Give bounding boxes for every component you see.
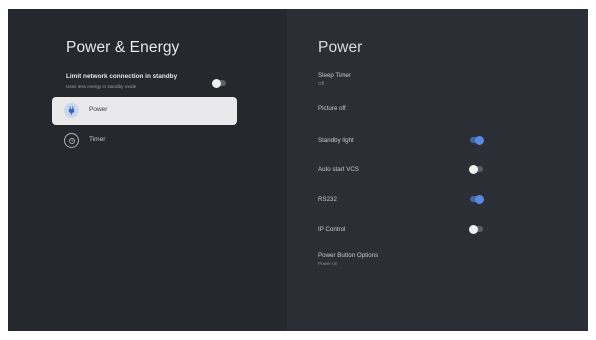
setting-rs232[interactable]: RS232 [318, 194, 573, 212]
setting-auto-start-vcs[interactable]: Auto start VCS [318, 164, 573, 182]
toggle-knob [212, 78, 221, 88]
nav-item-label: Timer [89, 136, 106, 143]
setting-value: Power on [318, 261, 338, 266]
tv-settings-screen: Power & Energy Limit network connection … [8, 9, 588, 331]
setting-value: Off [318, 81, 325, 86]
standby-light-toggle[interactable] [470, 135, 484, 145]
ip-control-toggle[interactable] [469, 224, 483, 234]
toggle-knob [469, 164, 478, 174]
limit-network-setting[interactable]: Limit network connection in standby Uses… [66, 73, 226, 95]
toggle-knob [469, 224, 478, 234]
rs232-toggle[interactable] [470, 194, 484, 204]
setting-label: Auto start VCS [318, 166, 359, 173]
setting-label: Standby light [318, 137, 354, 144]
setting-ip-control[interactable]: IP Control [318, 224, 573, 242]
setting-label: RS232 [318, 196, 337, 203]
nav-item-power[interactable]: Power [52, 97, 237, 125]
section-title: Power [318, 39, 363, 56]
nav-item-label: Power [89, 106, 108, 113]
nav-item-timer[interactable]: Timer [52, 127, 237, 155]
limit-network-label: Limit network connection in standby [66, 73, 178, 80]
page-title: Power & Energy [66, 39, 180, 56]
toggle-knob [475, 135, 484, 145]
setting-label: Sleep Timer [318, 72, 352, 79]
setting-standby-light[interactable]: Standby light [318, 135, 573, 153]
setting-label: Picture off [318, 105, 346, 112]
auto-start-vcs-toggle[interactable] [469, 164, 483, 174]
toggle-knob [475, 194, 484, 204]
setting-power-button-options[interactable]: Power Button Options Power on [318, 252, 573, 268]
limit-network-description: Uses less energy in standby mode [66, 84, 137, 89]
setting-label: Power Button Options [318, 252, 379, 259]
limit-network-toggle[interactable] [212, 78, 226, 88]
left-pane: Power & Energy Limit network connection … [8, 9, 287, 331]
right-pane: Power Sleep Timer Off Picture off Standb… [287, 9, 588, 331]
setting-sleep-timer[interactable]: Sleep Timer Off [318, 72, 573, 88]
setting-picture-off[interactable]: Picture off [318, 105, 573, 121]
timer-icon [64, 133, 79, 148]
power-plug-icon [64, 103, 79, 118]
setting-label: IP Control [318, 226, 346, 233]
